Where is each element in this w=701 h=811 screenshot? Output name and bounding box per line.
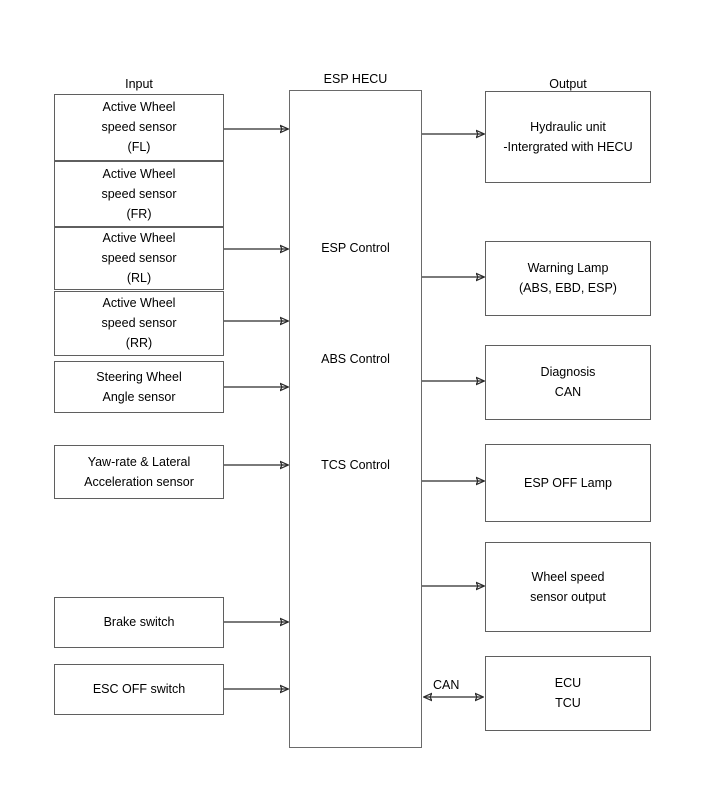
box-line: speed sensor [101, 120, 177, 134]
box-line: Active Wheel [102, 166, 176, 181]
box-line: ESC OFF switch [92, 682, 186, 696]
box-line: Wheel speed [531, 569, 605, 584]
can-connection-label: CAN [433, 678, 460, 692]
box-line: (FL) [127, 140, 151, 154]
output-box-diagnosis-can: Diagnosis CAN [485, 345, 651, 420]
box-line: Yaw-rate & Lateral [87, 454, 191, 469]
input-box-yaw-rate-lateral-sensor: Yaw-rate & Lateral Acceleration sensor [54, 445, 224, 499]
input-box-esc-off-switch: ESC OFF switch [54, 664, 224, 715]
output-box-wheel-speed-sensor-output: Wheel speed sensor output [485, 542, 651, 632]
box-line: Active Wheel [102, 296, 176, 310]
hecu-function-abs-control: ABS Control [321, 352, 390, 366]
hecu-function-esp-control: ESP Control [321, 241, 390, 255]
box-line: (RR) [125, 336, 153, 350]
output-box-warning-lamp: Warning Lamp (ABS, EBD, ESP) [485, 241, 651, 316]
box-line: Warning Lamp [527, 261, 609, 275]
box-line: speed sensor [101, 316, 177, 330]
box-line: Active Wheel [102, 100, 176, 114]
box-line: CAN [554, 385, 582, 399]
box-line: ECU [554, 676, 582, 690]
esp-hecu-block-diagram: Input ESP HECU Output ESP Control ABS Co… [0, 0, 701, 811]
input-box-wheel-speed-fr: Active Wheel speed sensor (FR) [54, 161, 224, 227]
box-line: speed sensor [101, 251, 177, 265]
output-column-header: Output [549, 77, 587, 91]
box-line: ESP OFF Lamp [524, 475, 612, 490]
box-line: (ABS, EBD, ESP) [519, 281, 617, 295]
output-box-ecu-tcu: ECU TCU [485, 656, 651, 731]
input-box-brake-switch: Brake switch [54, 597, 224, 648]
output-box-hydraulic-unit: Hydraulic unit -Intergrated with HECU [485, 91, 651, 183]
box-line: speed sensor [101, 186, 177, 201]
hecu-column-header: ESP HECU [323, 72, 388, 86]
output-box-esp-off-lamp: ESP OFF Lamp [485, 444, 651, 522]
input-box-wheel-speed-fl: Active Wheel speed sensor (FL) [54, 94, 224, 161]
box-line: -Intergrated with HECU [503, 139, 633, 154]
box-line: Steering Wheel [96, 369, 182, 384]
box-line: Hydraulic unit [530, 119, 606, 134]
input-column-header: Input [125, 77, 153, 91]
box-line: sensor output [530, 589, 606, 604]
box-line: (FR) [126, 206, 152, 221]
box-line: (RL) [126, 271, 152, 285]
input-box-wheel-speed-rr: Active Wheel speed sensor (RR) [54, 291, 224, 356]
box-line: Acceleration sensor [84, 474, 194, 489]
box-line: Angle sensor [102, 389, 176, 404]
box-line: Active Wheel [102, 231, 176, 245]
hecu-function-tcs-control: TCS Control [321, 458, 390, 472]
input-box-wheel-speed-rl: Active Wheel speed sensor (RL) [54, 227, 224, 290]
input-box-steering-angle-sensor: Steering Wheel Angle sensor [54, 361, 224, 413]
box-line: Diagnosis [540, 365, 596, 379]
box-line: TCU [555, 696, 581, 710]
esp-hecu-unit [289, 90, 422, 748]
box-line: Brake switch [103, 615, 175, 629]
